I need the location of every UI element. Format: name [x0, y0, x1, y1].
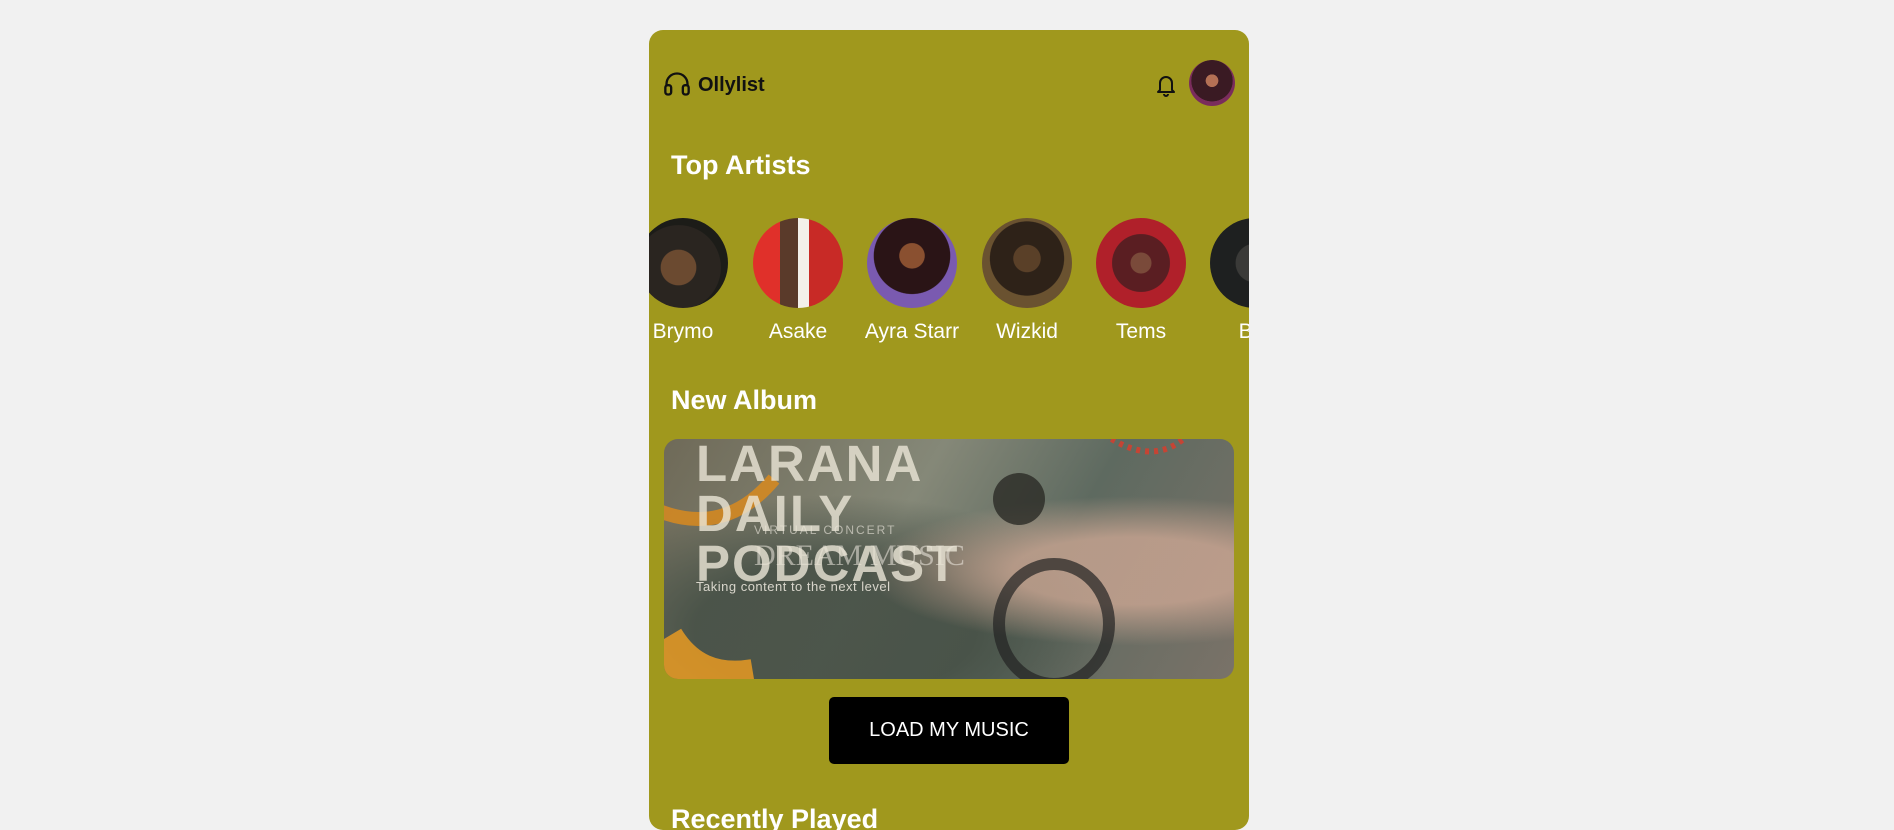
album-banner[interactable]: VIRTUAL CONCERT DREAM MUSIC LARANA DAILY…: [664, 439, 1234, 679]
album-headline: LARANA DAILY PODCAST: [696, 439, 960, 592]
artist-item[interactable]: Ayra Starr: [857, 218, 967, 344]
artist-item[interactable]: Wizkid: [972, 218, 1082, 344]
header: Ollylist: [649, 30, 1249, 140]
app-screen: Ollylist Top Artists Brymo Asake Ayra St…: [649, 30, 1249, 830]
album-subtitle: Taking content to the next level: [696, 579, 891, 594]
artist-name: Bur: [1238, 320, 1249, 343]
artist-name: Asake: [768, 320, 828, 343]
brand-name: Ollylist: [698, 74, 765, 96]
artist-photo: [1210, 218, 1249, 308]
artist-photo: [753, 218, 843, 308]
artist-name: Wizkid: [996, 320, 1058, 343]
headphones-icon: [664, 72, 690, 96]
bell-icon[interactable]: [1154, 72, 1178, 98]
artist-photo: [1096, 218, 1186, 308]
load-music-button[interactable]: LOAD MY MUSIC: [829, 697, 1069, 764]
top-artists-title: Top Artists: [671, 150, 811, 180]
artist-name: Brymo: [652, 320, 714, 343]
artist-name: Ayra Starr: [864, 320, 960, 343]
artist-item[interactable]: Asake: [743, 218, 853, 344]
new-album-title: New Album: [671, 385, 818, 415]
artist-name: Tems: [1115, 320, 1167, 343]
artist-item[interactable]: Tems: [1086, 218, 1196, 344]
artist-photo: [649, 218, 728, 308]
artist-item[interactable]: Bur: [1200, 218, 1249, 344]
artist-photo: [982, 218, 1072, 308]
artists-carousel[interactable]: Brymo Asake Ayra Starr Wizkid Tems Bur: [649, 218, 1249, 343]
artist-item[interactable]: Brymo: [649, 218, 738, 344]
user-avatar[interactable]: [1189, 60, 1235, 106]
artist-photo: [867, 218, 957, 308]
recently-played-title: Recently Played: [671, 804, 879, 830]
